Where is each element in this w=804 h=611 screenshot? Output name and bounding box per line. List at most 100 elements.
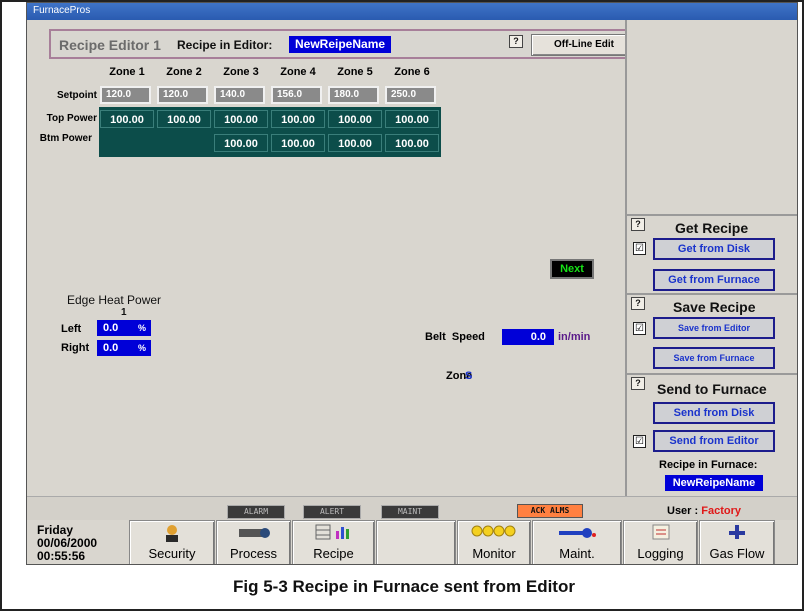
wrench-icon	[533, 523, 621, 546]
setpoint-zone-3[interactable]: 140.0	[214, 86, 265, 104]
document-frame: FurnacePros Recipe Editor 1 Recipe in Ed…	[0, 0, 804, 611]
setpoint-zone-1[interactable]: 120.0	[100, 86, 151, 104]
zone-s-value: S	[465, 370, 473, 382]
edge-left-label: Left	[61, 323, 82, 335]
setpoint-zone-5[interactable]: 180.0	[328, 86, 379, 104]
app-window: FurnacePros Recipe Editor 1 Recipe in Ed…	[26, 2, 798, 565]
top-power-zone-2[interactable]: 100.00	[157, 110, 211, 128]
top-power-zone-3[interactable]: 100.00	[214, 110, 268, 128]
save-recipe-checkbox[interactable]: ☑	[633, 322, 646, 335]
panel-divider	[627, 373, 797, 375]
alert-indicator[interactable]: ALERT	[303, 505, 361, 519]
belt-speed-value[interactable]: 0.0	[502, 329, 554, 345]
alarm-status-strip: ALARM ALERT MAINT ACK ALMS User : Factor…	[27, 496, 797, 520]
edge-left-unit: %	[138, 323, 147, 333]
edge-right-unit: %	[138, 343, 147, 353]
recipe-actions-panel: ? Get Recipe ☑ Get from Disk Get from Fu…	[625, 20, 797, 496]
zone-header: Zone 5	[337, 66, 373, 78]
setpoint-zone-6[interactable]: 250.0	[385, 86, 436, 104]
top-power-zone-1[interactable]: 100.00	[100, 110, 154, 128]
user-name: Factory	[701, 505, 741, 517]
nav-process-button[interactable]: Process	[216, 520, 291, 564]
app-title-bar: FurnacePros	[27, 3, 797, 20]
recipe-in-furnace-label: Recipe in Furnace:	[659, 459, 758, 471]
belt-speed-unit: in/min	[558, 331, 591, 343]
recipe-in-editor-label: Recipe in Editor:	[177, 38, 273, 52]
nav-blank-button[interactable]	[376, 520, 456, 564]
nav-recipe-button[interactable]: Recipe	[292, 520, 375, 564]
send-from-disk-button[interactable]: Send from Disk	[653, 402, 775, 424]
furnace-icon	[217, 523, 290, 546]
get-recipe-title: Get Recipe	[675, 220, 749, 236]
help-button[interactable]: ?	[509, 35, 523, 48]
btm-power-label: Btm Power	[39, 133, 92, 144]
edge-heat-title: Edge Heat Power	[67, 293, 162, 307]
edge-heat-number: 1	[121, 307, 127, 318]
save-from-editor-button[interactable]: Save from Editor	[653, 317, 775, 339]
panel-divider	[627, 214, 797, 216]
zone-header: Zone 4	[280, 66, 316, 78]
recipe-in-editor-name: NewReipeName	[289, 36, 392, 53]
top-power-zone-6[interactable]: 100.00	[385, 110, 439, 128]
btm-power-zone-3[interactable]: 100.00	[214, 134, 268, 152]
figure-caption: Fig 5-3 Recipe in Furnace sent from Edit…	[233, 577, 575, 596]
recipe-chart-icon	[293, 523, 374, 546]
nav-security-button[interactable]: Security	[129, 520, 215, 564]
editor-header: Recipe Editor 1 Recipe in Editor: NewRei…	[49, 29, 641, 59]
btm-power-zone-1	[100, 134, 154, 152]
zone-header: Zone 6	[394, 66, 430, 78]
get-from-disk-button[interactable]: Get from Disk	[653, 238, 775, 260]
nav-logging-label: Logging	[637, 546, 684, 561]
nav-logging-button[interactable]: Logging	[623, 520, 698, 564]
alarm-indicator[interactable]: ALARM	[227, 505, 285, 519]
save-recipe-title: Save Recipe	[673, 299, 756, 315]
time-text: 00:55:56	[37, 549, 86, 563]
setpoint-zone-2[interactable]: 120.0	[157, 86, 208, 104]
zone-header: Zone 1	[109, 66, 145, 78]
power-grid: 100.00 100.00 100.00 100.00 100.00 100.0…	[99, 107, 441, 157]
send-from-editor-button[interactable]: Send from Editor	[653, 430, 775, 452]
get-from-furnace-button[interactable]: Get from Furnace	[653, 269, 775, 291]
btm-power-zone-5[interactable]: 100.00	[328, 134, 382, 152]
lightbulbs-icon	[458, 523, 530, 546]
btm-power-zone-6[interactable]: 100.00	[385, 134, 439, 152]
nav-monitor-button[interactable]: Monitor	[457, 520, 531, 564]
btm-power-zone-4[interactable]: 100.00	[271, 134, 325, 152]
editor-title: Recipe Editor 1	[59, 37, 161, 53]
ack-alarms-button[interactable]: ACK ALMS	[517, 504, 583, 518]
recipe-in-furnace-name: NewReipeName	[665, 475, 763, 491]
bottom-navigation: Friday 00/06/2000 00:55:56 Security Proc…	[27, 520, 797, 564]
log-notepad-icon	[624, 523, 697, 546]
top-power-zone-4[interactable]: 100.00	[271, 110, 325, 128]
nav-process-label: Process	[230, 546, 277, 561]
edge-right-label: Right	[61, 342, 90, 354]
nav-recipe-label: Recipe	[313, 546, 354, 561]
gas-valve-icon	[700, 523, 774, 546]
next-button[interactable]: Next	[550, 259, 594, 279]
send-recipe-checkbox[interactable]: ☑	[633, 435, 646, 448]
top-power-zone-5[interactable]: 100.00	[328, 110, 382, 128]
nav-security-label: Security	[148, 546, 196, 561]
top-power-label: Top Power	[46, 113, 97, 124]
send-to-furnace-title: Send to Furnace	[657, 381, 767, 397]
setpoint-zone-4[interactable]: 156.0	[271, 86, 322, 104]
maint-indicator[interactable]: MAINT	[381, 505, 439, 519]
zone-header: Zone 3	[223, 66, 259, 78]
person-icon	[130, 523, 214, 548]
nav-gas-flow-label: Gas Flow	[709, 546, 765, 561]
offline-edit-button[interactable]: Off-Line Edit	[531, 34, 637, 56]
send-recipe-help-button[interactable]: ?	[631, 377, 645, 390]
user-label: User :	[667, 505, 699, 517]
belt-speed-label: Belt Speed	[425, 331, 485, 343]
user-display: User : Factory	[627, 503, 797, 520]
save-recipe-help-button[interactable]: ?	[631, 297, 645, 310]
get-recipe-checkbox[interactable]: ☑	[633, 242, 646, 255]
zone-header: Zone 2	[166, 66, 202, 78]
panel-divider	[627, 293, 797, 295]
save-from-furnace-button[interactable]: Save from Furnace	[653, 347, 775, 369]
get-recipe-help-button[interactable]: ?	[631, 218, 645, 231]
app-title: FurnacePros	[33, 5, 91, 16]
nav-maint-button[interactable]: Maint.	[532, 520, 622, 564]
date-time-display: Friday 00/06/2000 00:55:56	[27, 520, 127, 564]
nav-gas-flow-button[interactable]: Gas Flow	[699, 520, 775, 564]
